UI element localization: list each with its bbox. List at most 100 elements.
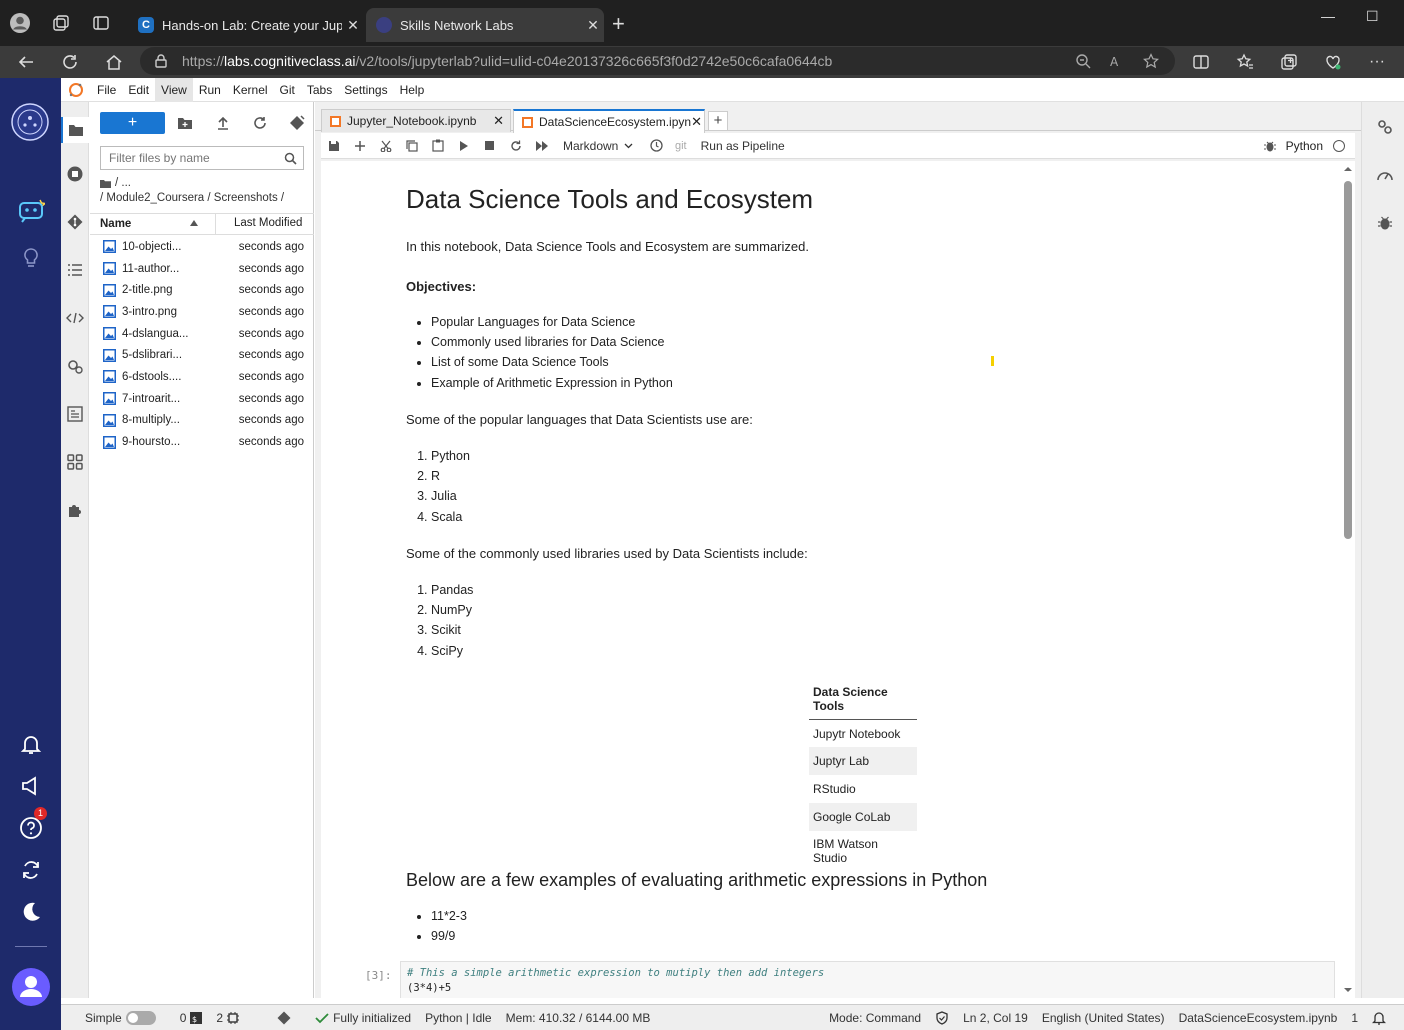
debugger-icon[interactable] bbox=[1375, 213, 1395, 233]
home-icon[interactable] bbox=[103, 51, 125, 73]
close-icon[interactable]: ✕ bbox=[582, 17, 604, 34]
kernels-indicator[interactable]: 2 bbox=[216, 1011, 240, 1025]
url-bar[interactable]: https://labs.cognitiveclass.ai/v2/tools/… bbox=[140, 47, 1175, 75]
favorites-icon[interactable] bbox=[1234, 51, 1256, 73]
menu-file[interactable]: File bbox=[91, 78, 122, 102]
favorite-star-icon[interactable] bbox=[1143, 53, 1159, 69]
cursor-position[interactable]: Ln 2, Col 19 bbox=[963, 1011, 1028, 1025]
scroll-up-icon[interactable] bbox=[1341, 164, 1355, 174]
kernel-status[interactable]: Python | Idle bbox=[425, 1011, 492, 1025]
breadcrumb-top[interactable]: / ... bbox=[115, 176, 131, 191]
user-avatar-icon[interactable] bbox=[11, 967, 51, 1007]
root-folder-icon[interactable] bbox=[100, 179, 111, 188]
extension-manager-puzzle-icon[interactable] bbox=[65, 500, 85, 520]
restart-kernel-icon[interactable] bbox=[503, 133, 529, 159]
spellcheck-language[interactable]: English (United States) bbox=[1042, 1011, 1165, 1025]
run-as-pipeline-button[interactable]: Run as Pipeline bbox=[701, 139, 785, 153]
sync-icon[interactable] bbox=[16, 855, 46, 885]
cut-icon[interactable] bbox=[373, 133, 399, 159]
menu-view[interactable]: View bbox=[155, 77, 193, 102]
list-item[interactable]: 10-objecti... seconds ago bbox=[90, 236, 314, 258]
notebook-scrollbar[interactable] bbox=[1341, 161, 1355, 998]
running-stop-icon[interactable] bbox=[65, 164, 85, 184]
list-item[interactable]: 6-dstools.... seconds ago bbox=[90, 366, 314, 388]
list-item[interactable]: 5-dslibrari... seconds ago bbox=[90, 344, 314, 366]
status-bell-icon[interactable] bbox=[1372, 1011, 1386, 1025]
profile-icon[interactable] bbox=[9, 12, 31, 34]
git-icon[interactable] bbox=[65, 212, 85, 232]
extensions-grid-icon[interactable] bbox=[65, 452, 85, 472]
table-of-contents-icon[interactable] bbox=[65, 260, 85, 280]
run-icon[interactable] bbox=[451, 133, 477, 159]
scroll-down-icon[interactable] bbox=[1341, 985, 1355, 995]
lightbulb-icon[interactable] bbox=[16, 243, 46, 273]
column-last-modified[interactable]: Last Modified bbox=[215, 214, 314, 234]
tab-actions-icon[interactable] bbox=[90, 12, 112, 34]
column-name[interactable]: Name bbox=[100, 218, 131, 230]
chatbot-icon[interactable] bbox=[16, 196, 46, 226]
breadcrumb-path[interactable]: / Module2_Coursera / Screenshots / bbox=[100, 191, 284, 206]
refresh-icon[interactable] bbox=[59, 51, 81, 73]
list-item[interactable]: 3-intro.png seconds ago bbox=[90, 301, 314, 323]
paste-icon[interactable] bbox=[425, 133, 451, 159]
notifications-bell-icon[interactable] bbox=[16, 729, 46, 759]
menu-git[interactable]: Git bbox=[274, 78, 301, 102]
back-icon[interactable] bbox=[15, 51, 37, 73]
more-options-icon[interactable]: ··· bbox=[1366, 51, 1388, 73]
tab-jupyter-notebook[interactable]: Jupyter_Notebook.ipynb ✕ bbox=[321, 109, 511, 132]
close-icon[interactable]: ✕ bbox=[342, 17, 364, 34]
code-snippets-icon[interactable] bbox=[65, 308, 85, 328]
list-item[interactable]: 8-multiply... seconds ago bbox=[90, 410, 314, 432]
new-folder-icon[interactable] bbox=[177, 115, 193, 131]
clock-icon[interactable] bbox=[643, 133, 669, 159]
help-icon[interactable] bbox=[16, 813, 46, 843]
debugger-bug-icon[interactable] bbox=[1263, 140, 1276, 152]
dark-mode-moon-icon[interactable] bbox=[16, 897, 46, 927]
list-item[interactable]: 11-author... seconds ago bbox=[90, 258, 314, 280]
menu-tabs[interactable]: Tabs bbox=[301, 78, 338, 102]
menu-run[interactable]: Run bbox=[193, 78, 227, 102]
minimize-icon[interactable]: — bbox=[1321, 8, 1335, 24]
close-icon[interactable]: ✕ bbox=[691, 114, 702, 130]
browser-essentials-icon[interactable] bbox=[1322, 51, 1344, 73]
list-item[interactable]: 7-introarit... seconds ago bbox=[90, 388, 314, 410]
kernel-name[interactable]: Python bbox=[1286, 139, 1323, 153]
git-label[interactable]: git bbox=[675, 140, 687, 152]
sort-ascending-icon[interactable] bbox=[190, 220, 198, 226]
toggle-switch[interactable] bbox=[125, 1010, 156, 1025]
browser-tab-lab[interactable]: C Hands-on Lab: Create your Jupyt ✕ bbox=[128, 8, 364, 42]
menu-edit[interactable]: Edit bbox=[122, 78, 155, 102]
code-cell[interactable]: [3]: # This a simple arithmetic expressi… bbox=[321, 961, 1355, 998]
cell-type-dropdown[interactable]: Markdown bbox=[563, 139, 643, 153]
new-tab-button[interactable]: + bbox=[612, 13, 625, 35]
resource-usage-gauge-icon[interactable] bbox=[1375, 165, 1395, 185]
upload-icon[interactable] bbox=[215, 115, 231, 131]
menu-settings[interactable]: Settings bbox=[338, 78, 393, 102]
git-status-icon[interactable] bbox=[277, 1011, 291, 1025]
filter-files-field[interactable] bbox=[109, 151, 279, 165]
property-inspector-gears-icon[interactable] bbox=[1375, 117, 1395, 137]
skills-network-logo-icon[interactable] bbox=[10, 102, 50, 142]
git-initialized-status[interactable]: Fully initialized bbox=[315, 1011, 411, 1025]
browser-tab-skills[interactable]: Skills Network Labs ✕ bbox=[366, 8, 604, 42]
file-browser-folder-icon[interactable] bbox=[61, 117, 89, 143]
maximize-icon[interactable]: ☐ bbox=[1366, 8, 1379, 25]
git-clone-icon[interactable] bbox=[289, 115, 305, 131]
save-icon[interactable] bbox=[321, 133, 347, 159]
close-icon[interactable]: ✕ bbox=[493, 113, 504, 129]
announcements-megaphone-icon[interactable] bbox=[16, 771, 46, 801]
new-tab-plus-button[interactable]: + bbox=[708, 111, 728, 131]
zoom-icon[interactable] bbox=[1075, 53, 1091, 69]
menu-help[interactable]: Help bbox=[394, 78, 431, 102]
insert-cell-icon[interactable] bbox=[347, 133, 373, 159]
terminals-indicator[interactable]: 0 $ bbox=[180, 1011, 203, 1025]
elyra-catalog-icon[interactable] bbox=[65, 404, 85, 424]
refresh-files-icon[interactable] bbox=[252, 115, 268, 131]
scrollbar-thumb[interactable] bbox=[1344, 181, 1352, 539]
code-editor[interactable]: # This a simple arithmetic expression to… bbox=[400, 961, 1335, 998]
list-item[interactable]: 9-hoursto... seconds ago bbox=[90, 431, 314, 453]
interrupt-stop-icon[interactable] bbox=[477, 133, 503, 159]
restart-run-all-icon[interactable] bbox=[529, 133, 555, 159]
workspaces-icon[interactable] bbox=[50, 12, 72, 34]
copy-icon[interactable] bbox=[399, 133, 425, 159]
